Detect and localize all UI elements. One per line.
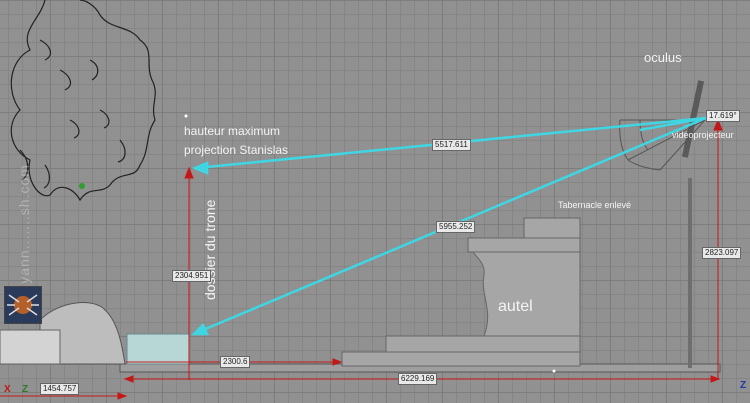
projector-pole bbox=[688, 178, 692, 368]
axis-z-marker: Z bbox=[740, 380, 747, 391]
avatar-thumbnail bbox=[4, 286, 42, 324]
altar bbox=[341, 217, 581, 367]
videoprojecteur-label: videoprojecteur bbox=[672, 130, 734, 140]
angle-label: 17.619° bbox=[706, 110, 740, 122]
dimension-label: 5517.611 bbox=[432, 139, 471, 151]
tabernacle-label: Tabernacle enlevé bbox=[558, 200, 632, 210]
hauteur-label-line2: projection Stanislas bbox=[184, 143, 289, 157]
axis-x-marker: X bbox=[4, 384, 11, 395]
cad-viewport[interactable]: © yann.......sh.com oculus hauteur maxim… bbox=[0, 0, 750, 403]
tree-outline bbox=[10, 0, 156, 202]
green-marker bbox=[79, 183, 85, 189]
dimension-label: 2823.097 bbox=[702, 247, 742, 259]
watermark-text: © yann.......sh.com bbox=[16, 164, 32, 300]
oculus-label: oculus bbox=[644, 50, 682, 65]
axis-z-marker: Z bbox=[22, 384, 29, 395]
scene-drawing bbox=[0, 0, 723, 400]
dimension-label: 2300.6 bbox=[220, 356, 251, 368]
dimension-label: 1454.757 bbox=[40, 383, 80, 395]
dimension-label: 2304.951 bbox=[172, 270, 212, 282]
dimension-label: 5955.252 bbox=[436, 221, 476, 233]
hauteur-label-line1: hauteur maximum bbox=[184, 124, 281, 138]
autel-label: autel bbox=[498, 298, 533, 315]
dossier-label: dossier du trone bbox=[202, 199, 218, 300]
spider-icon bbox=[7, 294, 39, 316]
throne-block bbox=[126, 333, 190, 365]
dimension-label: 6229.169 bbox=[398, 373, 438, 385]
